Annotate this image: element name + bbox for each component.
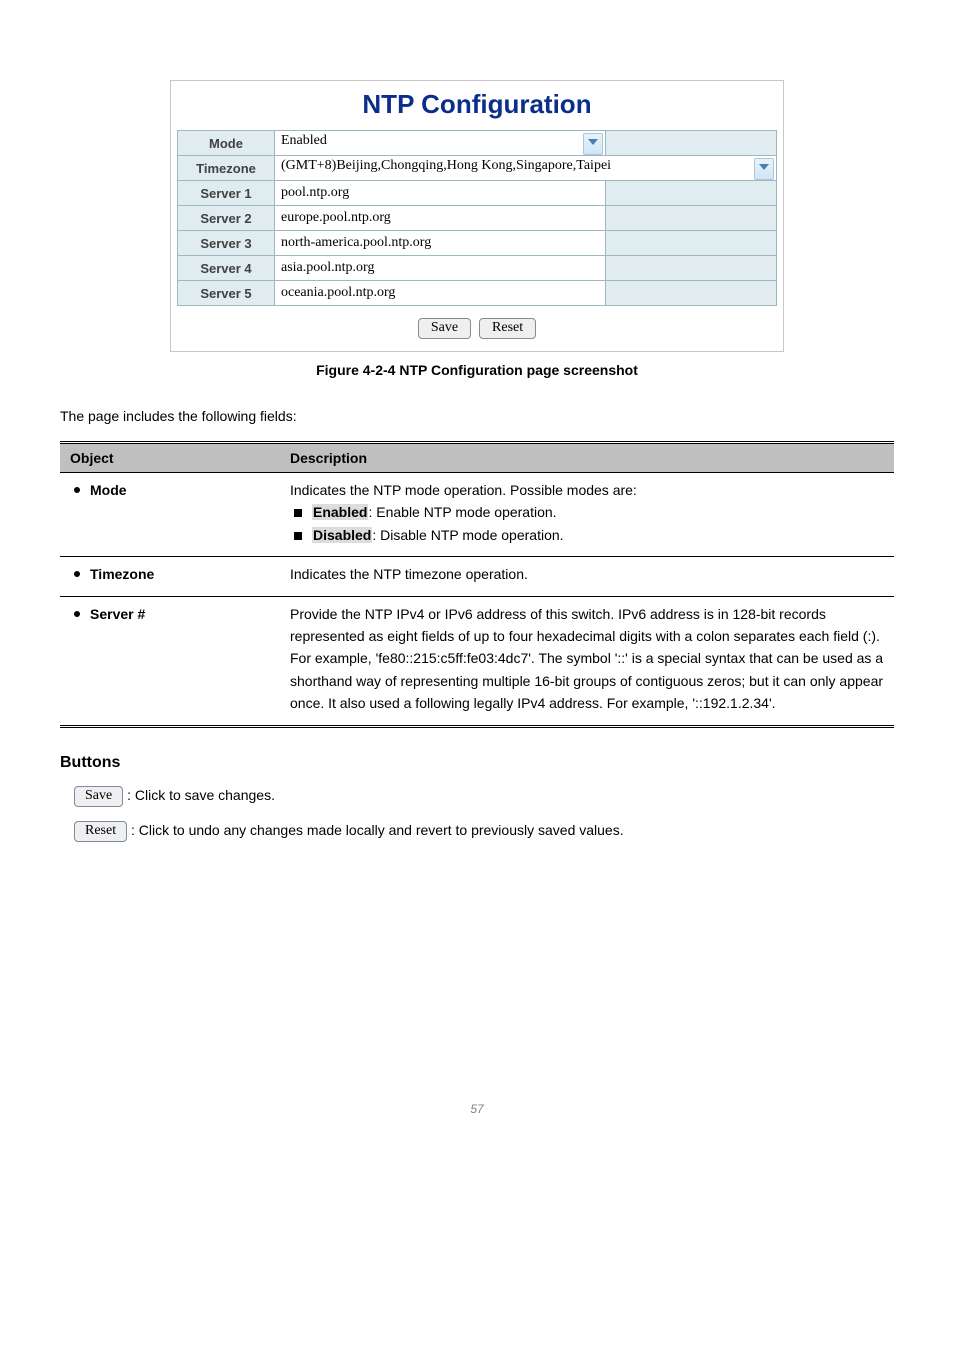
row-server-desc: Provide the NTP IPv4 or IPv6 address of … — [280, 596, 894, 726]
ntp-config-table: Mode Enabled Timezone (GMT+8)Beijing, — [177, 130, 777, 306]
bullet-icon — [74, 571, 80, 577]
label-server4: Server 4 — [178, 256, 275, 281]
buttons-heading: Buttons — [60, 754, 894, 772]
server1-input[interactable] — [275, 181, 605, 205]
spacer — [606, 206, 777, 231]
panel-title: NTP Configuration — [177, 85, 777, 130]
save-desc: : Click to save changes. — [127, 787, 275, 803]
square-bullet-icon — [294, 509, 302, 517]
server4-input[interactable] — [275, 256, 605, 280]
spacer — [606, 256, 777, 281]
reset-desc: : Click to undo any changes made locally… — [131, 822, 624, 838]
figure-caption: Figure 4-2-4 NTP Configuration page scre… — [60, 362, 894, 378]
label-server1: Server 1 — [178, 181, 275, 206]
th-description: Description — [280, 443, 894, 473]
row-timezone-object: Timezone — [60, 557, 280, 596]
label-timezone: Timezone — [178, 156, 275, 181]
server2-input[interactable] — [275, 206, 605, 230]
page-number: 57 — [60, 1102, 894, 1116]
bullet-icon — [74, 487, 80, 493]
spacer — [606, 181, 777, 206]
bullet-icon — [74, 611, 80, 617]
panel-reset-button[interactable]: Reset — [479, 318, 536, 339]
timezone-select[interactable]: (GMT+8)Beijing,Chongqing,Hong Kong,Singa… — [275, 156, 776, 180]
label-mode: Mode — [178, 131, 275, 156]
server3-input[interactable] — [275, 231, 605, 255]
label-server2: Server 2 — [178, 206, 275, 231]
reset-button[interactable]: Reset — [74, 821, 127, 842]
server5-input[interactable] — [275, 281, 605, 305]
label-server3: Server 3 — [178, 231, 275, 256]
spacer — [606, 281, 777, 306]
intro-text: The page includes the following fields: — [60, 406, 894, 427]
chevron-down-icon — [754, 158, 774, 180]
row-mode-object: Mode — [60, 473, 280, 557]
save-button[interactable]: Save — [74, 786, 123, 807]
ntp-config-panel: NTP Configuration Mode Enabled Timezone — [170, 80, 784, 352]
fields-description-table: Object Description Mode Indicates the NT… — [60, 441, 894, 728]
spacer — [606, 231, 777, 256]
square-bullet-icon — [294, 532, 302, 540]
row-server-object: Server # — [60, 596, 280, 726]
panel-save-button[interactable]: Save — [418, 318, 471, 339]
label-server5: Server 5 — [178, 281, 275, 306]
spacer — [606, 131, 777, 156]
th-object: Object — [60, 443, 280, 473]
chevron-down-icon — [583, 133, 603, 155]
row-timezone-desc: Indicates the NTP timezone operation. — [280, 557, 894, 596]
row-mode-desc: Indicates the NTP mode operation. Possib… — [280, 473, 894, 557]
mode-select[interactable]: Enabled — [275, 131, 605, 155]
